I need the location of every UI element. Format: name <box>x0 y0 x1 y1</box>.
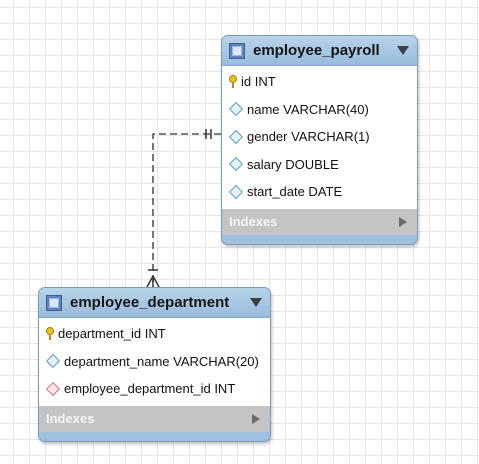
primary-key-icon <box>46 326 54 341</box>
indexes-section[interactable]: Indexes <box>222 208 417 235</box>
column-row[interactable]: id INT <box>222 68 417 96</box>
expand-triangle-icon[interactable] <box>399 216 407 227</box>
table-footer <box>39 431 270 441</box>
column-row[interactable]: department_id INT <box>39 320 270 348</box>
column-label: department_id INT <box>58 326 166 342</box>
column-label: gender VARCHAR(1) <box>247 129 370 145</box>
column-diamond-icon <box>228 129 244 144</box>
table-title: employee_payroll <box>253 42 380 59</box>
indexes-label: Indexes <box>46 411 95 426</box>
column-diamond-icon <box>228 184 244 199</box>
primary-key-icon <box>229 74 237 89</box>
column-list: id INT name VARCHAR(40) gender VARCHAR(1… <box>222 66 417 209</box>
table-header[interactable]: employee_payroll <box>222 36 417 66</box>
table-employee-payroll[interactable]: employee_payroll id INT name VARCHAR(40)… <box>221 35 418 245</box>
crows-foot-left <box>146 275 154 288</box>
foreign-key-diamond-icon <box>45 381 61 396</box>
table-footer <box>222 234 417 244</box>
expand-triangle-icon[interactable] <box>252 413 260 424</box>
column-row[interactable]: department_name VARCHAR(20) <box>39 348 270 376</box>
column-label: salary DOUBLE <box>247 156 339 172</box>
column-label: start_date DATE <box>247 184 343 200</box>
indexes-label: Indexes <box>229 214 278 229</box>
column-row[interactable]: salary DOUBLE <box>222 151 417 179</box>
collapse-triangle-icon[interactable] <box>250 298 262 307</box>
table-icon <box>229 42 245 59</box>
crows-foot-right <box>152 275 160 288</box>
column-label: id INT <box>241 74 276 90</box>
column-row[interactable]: employee_department_id INT <box>39 375 270 403</box>
diagram-canvas[interactable]: employee_payroll id INT name VARCHAR(40)… <box>0 0 479 464</box>
column-label: employee_department_id INT <box>64 381 236 397</box>
column-diamond-icon <box>45 354 61 369</box>
relationship-line[interactable] <box>152 133 221 287</box>
table-icon <box>46 294 62 311</box>
indexes-section[interactable]: Indexes <box>39 405 270 432</box>
column-row[interactable]: name VARCHAR(40) <box>222 96 417 124</box>
column-diamond-icon <box>228 157 244 172</box>
column-diamond-icon <box>228 102 244 117</box>
column-row[interactable]: start_date DATE <box>222 178 417 206</box>
table-employee-department[interactable]: employee_department department_id INT de… <box>38 287 271 442</box>
column-label: name VARCHAR(40) <box>247 101 369 117</box>
column-list: department_id INT department_name VARCHA… <box>39 318 270 406</box>
column-row[interactable]: gender VARCHAR(1) <box>222 123 417 151</box>
table-title: employee_department <box>70 294 230 311</box>
collapse-triangle-icon[interactable] <box>397 46 409 55</box>
table-header[interactable]: employee_department <box>39 288 270 318</box>
column-label: department_name VARCHAR(20) <box>64 353 259 369</box>
